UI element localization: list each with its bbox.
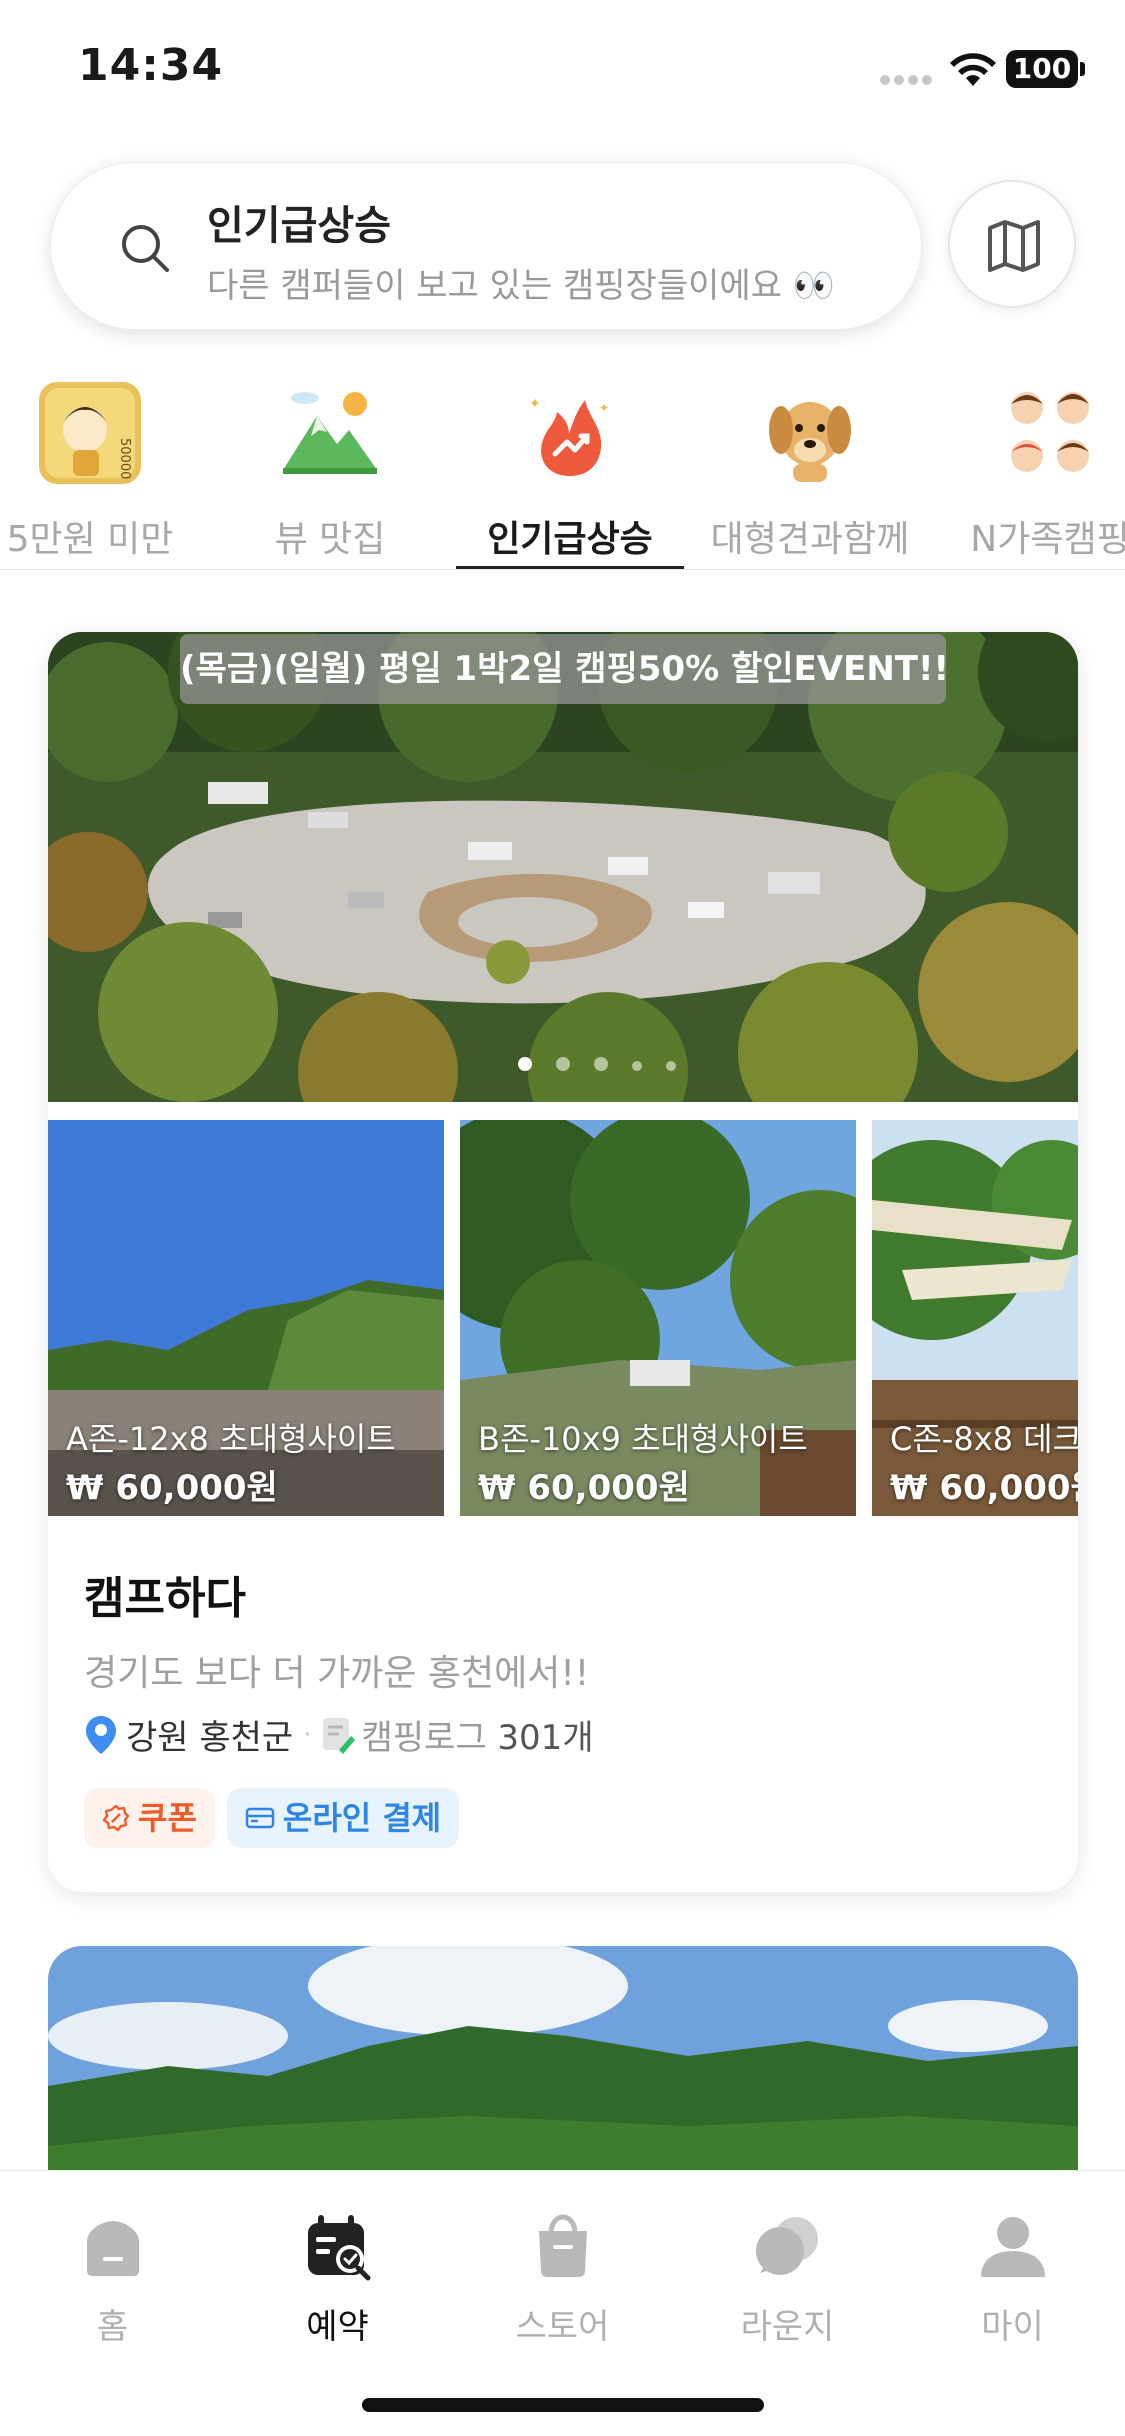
search-bar[interactable]: 인기급상승 다른 캠퍼들이 보고 있는 캠핑장들이에요 👀 (50, 162, 922, 330)
tab-reservation[interactable]: 예약 (225, 2195, 450, 2347)
tab-label: 예약 (306, 2307, 369, 2347)
coupon-icon (102, 1804, 130, 1832)
carousel-dots (518, 1056, 700, 1072)
category-under-50000[interactable]: 50000 5만원 미만 (0, 370, 210, 570)
tab-my[interactable]: 마이 (900, 2195, 1125, 2347)
tab-store[interactable]: 스토어 (450, 2195, 675, 2347)
svg-text:✦: ✦ (599, 401, 609, 415)
site-price: ₩ 60,000원 (66, 1468, 278, 1508)
category-trending[interactable]: ✦ ✦ 인기급상승 (450, 370, 690, 570)
tab-label: 마이 (981, 2307, 1044, 2347)
wifi-icon (950, 53, 996, 86)
tab-label: 라운지 (740, 2307, 835, 2347)
dog-icon (769, 402, 851, 482)
online-payment-label: 온라인 결제 (282, 1799, 442, 1837)
credit-card-icon (245, 1807, 275, 1829)
category-label: 뷰 맛집 (274, 519, 386, 560)
family-icon (1011, 392, 1089, 472)
category-view[interactable]: 뷰 맛집 (210, 370, 450, 570)
cellular-signal-icon (880, 70, 936, 85)
tab-label: 스토어 (515, 2307, 610, 2347)
coupon-badge: 쿠폰 (84, 1788, 215, 1848)
category-scroller[interactable]: 50000 5만원 미만 뷰 맛집 ✦ ✦ 인기급상승 대형견과함께 N가족캠핑 (0, 370, 1125, 570)
site-thumbnail[interactable]: C존-8x8 데크 ₩ 60,000원 (872, 1120, 1078, 1516)
svg-text:✦: ✦ (529, 396, 541, 412)
meta-separator: · (303, 1719, 312, 1750)
map-button[interactable] (948, 180, 1076, 308)
site-name: B존-10x9 초대형사이트 (478, 1420, 808, 1458)
online-payment-badge: 온라인 결제 (226, 1788, 460, 1848)
campsite-meta: 강원 홍천군 · 캠핑로그 301개 (84, 1710, 594, 1760)
status-bar: 14:34 100 (0, 0, 1125, 140)
location-pin-icon (86, 1715, 116, 1754)
campsite-hero-image[interactable]: (목금)(일월) 평일 1박2일 캠핑50% 할인EVENT!! (48, 632, 1078, 1102)
site-name: C존-8x8 데크 (890, 1420, 1078, 1458)
calendar-search-icon (307, 2215, 370, 2281)
site-thumbnails[interactable]: A존-12x8 초대형사이트 ₩ 60,000원 B존-10x9 초대형사이트 … (48, 1120, 1078, 1516)
svg-text:50000: 50000 (117, 438, 132, 479)
category-label: 인기급상승 (487, 519, 653, 560)
site-thumbnail[interactable]: B존-10x9 초대형사이트 ₩ 60,000원 (460, 1120, 856, 1516)
tab-label: 홈 (96, 2307, 129, 2347)
campsite-info: 캠프하다 경기도 보다 더 가까운 홍천에서!! 강원 홍천군 · 캠핑로그 30… (84, 1562, 1044, 1848)
tab-home[interactable]: 홈 (0, 2195, 225, 2347)
coupon-label: 쿠폰 (138, 1799, 197, 1837)
search-title: 인기급상승 (207, 203, 391, 249)
money-50000-icon: 50000 (39, 382, 141, 484)
category-large-dog[interactable]: 대형견과함께 (690, 370, 930, 570)
camping-log-label: 캠핑로그 (361, 1718, 487, 1758)
category-family[interactable]: N가족캠핑 (930, 370, 1125, 570)
campsite-badges: 쿠폰 온라인 결제 (84, 1788, 471, 1848)
shopping-bag-icon (538, 2214, 587, 2277)
promo-banner: (목금)(일월) 평일 1박2일 캠핑50% 할인EVENT!! (180, 634, 949, 704)
chat-bubbles-icon (755, 2217, 818, 2275)
home-indicator (362, 2398, 764, 2412)
mountain-view-icon (283, 392, 377, 474)
campsite-card[interactable]: (목금)(일월) 평일 1박2일 캠핑50% 할인EVENT!! A존-12x8… (48, 632, 1078, 1892)
bottom-tab-bar: 홈 예약 스토어 라운지 마이 (0, 2170, 1125, 2436)
site-name: A존-12x8 초대형사이트 (66, 1420, 396, 1458)
battery-icon: 100 (1006, 50, 1085, 88)
home-icon (86, 2221, 139, 2276)
map-icon (988, 220, 1040, 272)
category-label: 대형견과함께 (710, 519, 910, 560)
campsite-location: 강원 홍천군 (126, 1718, 294, 1758)
category-label: N가족캠핑 (970, 519, 1125, 560)
person-icon (980, 2217, 1045, 2277)
site-price: ₩ 60,000원 (890, 1468, 1078, 1508)
status-time: 14:34 (78, 40, 224, 91)
camping-log-icon (323, 1717, 356, 1754)
search-icon (122, 225, 169, 272)
category-divider (0, 569, 1125, 570)
category-label: 5만원 미만 (6, 519, 174, 560)
campsite-description: 경기도 보다 더 가까운 홍천에서!! (84, 1653, 590, 1694)
search-subtitle: 다른 캠퍼들이 보고 있는 캠핑장들이에요 👀 (207, 266, 836, 306)
fire-trending-icon: ✦ ✦ (529, 396, 609, 476)
site-thumbnail[interactable]: A존-12x8 초대형사이트 ₩ 60,000원 (48, 1120, 444, 1516)
site-price: ₩ 60,000원 (478, 1468, 690, 1508)
tab-lounge[interactable]: 라운지 (675, 2195, 900, 2347)
camping-log-count: 301개 (497, 1718, 594, 1758)
campsite-name[interactable]: 캠프하다 (84, 1562, 1044, 1626)
